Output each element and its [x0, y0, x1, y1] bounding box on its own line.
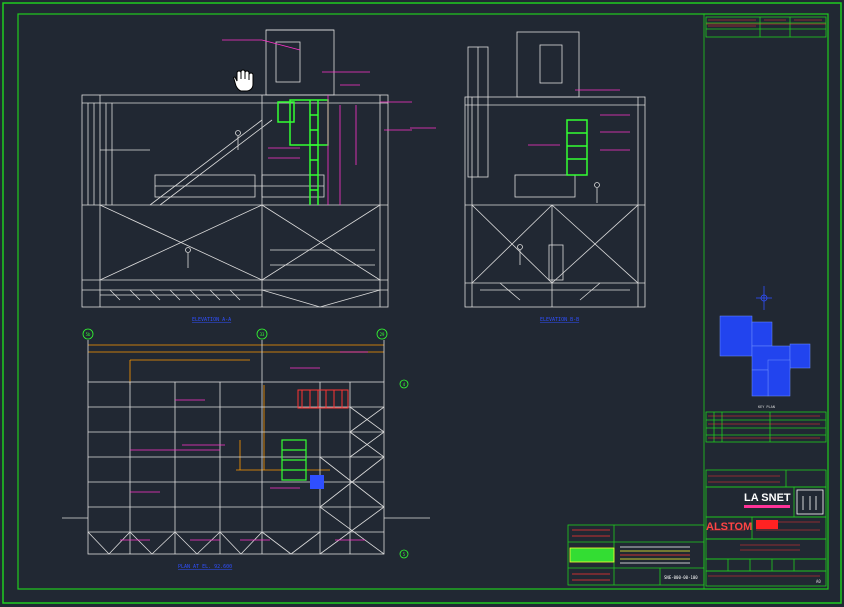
plan-blue-marker — [310, 475, 324, 489]
company-logo-lasnet: LA SNET — [744, 492, 791, 504]
svg-text:5b: 5b — [86, 332, 91, 337]
alstom-logo-badge — [756, 520, 778, 529]
hand-pan-icon — [233, 69, 254, 92]
approval-stamp — [569, 547, 615, 563]
svg-text:33: 33 — [260, 332, 265, 337]
cad-drawing-canvas[interactable]: ELEVATION A-A ELEVATION B-B 5b 33 29 4 5… — [0, 0, 844, 607]
company-logo-alstom: ALSTOM — [706, 521, 752, 533]
drawing-number: SNE-000-00-100 — [664, 575, 698, 580]
lasnet-logo-bar — [744, 505, 790, 508]
plan-title: PLAN AT EL. 92.600 — [178, 564, 232, 570]
svg-text:29: 29 — [380, 332, 385, 337]
right-elevation-title: ELEVATION B-B — [540, 317, 579, 323]
left-elevation-title: ELEVATION A-A — [192, 317, 231, 323]
key-plan-caption: KEY PLAN — [758, 405, 775, 409]
sheet-size-label: A0 — [816, 579, 821, 584]
